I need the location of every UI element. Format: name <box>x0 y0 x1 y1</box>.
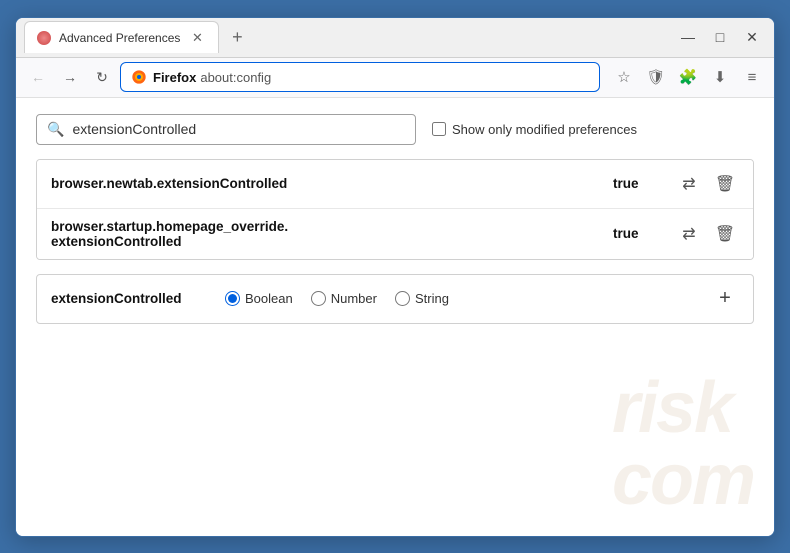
show-modified-checkbox[interactable] <box>432 122 446 136</box>
row-actions-2: ⇄ 🗑 <box>675 220 739 248</box>
tab-close-button[interactable]: ✕ <box>188 29 206 47</box>
address-text: Firefox about:config <box>153 70 271 85</box>
address-bar[interactable]: Firefox about:config <box>120 62 600 92</box>
add-pref-row: extensionControlled Boolean Number Strin… <box>36 274 754 324</box>
radio-number[interactable] <box>311 291 326 306</box>
reset-pref-1-button[interactable]: ⇄ <box>675 170 703 198</box>
radio-boolean-label[interactable]: Boolean <box>225 291 293 306</box>
add-pref-button[interactable]: + <box>711 285 739 313</box>
address-url: about:config <box>200 70 271 85</box>
show-modified-label: Show only modified preferences <box>452 122 637 137</box>
search-row: 🔍 Show only modified preferences <box>36 114 754 145</box>
table-row: browser.newtab.extensionControlled true … <box>37 160 753 209</box>
active-tab[interactable]: Advanced Preferences ✕ <box>24 21 219 53</box>
search-input[interactable] <box>72 121 405 137</box>
watermark-line2: com <box>612 444 754 516</box>
watermark-line1: risk <box>612 372 754 444</box>
nav-icons: ☆ 🛡 🧩 ⬇ ≡ <box>610 63 766 91</box>
window-controls: — □ ✕ <box>674 23 766 51</box>
maximize-button[interactable]: □ <box>706 23 734 51</box>
radio-boolean[interactable] <box>225 291 240 306</box>
radio-boolean-text: Boolean <box>245 291 293 306</box>
radio-string-text: String <box>415 291 449 306</box>
radio-number-text: Number <box>331 291 377 306</box>
nav-bar: ← → ↻ Firefox about:config ☆ 🛡 🧩 ⬇ ≡ <box>16 58 774 98</box>
browser-window: Advanced Preferences ✕ + — □ ✕ ← → ↻ Fir… <box>15 17 775 537</box>
watermark: risk com <box>612 372 754 516</box>
reset-icon: ⇄ <box>682 174 695 194</box>
firefox-logo-icon <box>131 69 147 85</box>
pref-value-2: true <box>613 226 663 241</box>
add-pref-name: extensionControlled <box>51 291 201 306</box>
pref-name-2-line1: browser.startup.homepage_override. <box>51 219 288 234</box>
tab-title: Advanced Preferences <box>59 31 180 45</box>
pref-name-2-line2: extensionControlled <box>51 234 182 249</box>
radio-number-label[interactable]: Number <box>311 291 377 306</box>
pref-name-1: browser.newtab.extensionControlled <box>51 176 601 191</box>
delete-pref-2-button[interactable]: 🗑 <box>711 220 739 248</box>
close-button[interactable]: ✕ <box>738 23 766 51</box>
show-modified-checkbox-label[interactable]: Show only modified preferences <box>432 122 637 137</box>
bookmark-star-button[interactable]: ☆ <box>610 63 638 91</box>
title-bar: Advanced Preferences ✕ + — □ ✕ <box>16 18 774 58</box>
row-actions-1: ⇄ 🗑 <box>675 170 739 198</box>
results-table: browser.newtab.extensionControlled true … <box>36 159 754 260</box>
shield-button[interactable]: 🛡 <box>642 63 670 91</box>
search-box[interactable]: 🔍 <box>36 114 416 145</box>
radio-string-label[interactable]: String <box>395 291 449 306</box>
delete-icon: 🗑 <box>715 174 735 194</box>
forward-button[interactable]: → <box>56 63 84 91</box>
minimize-button[interactable]: — <box>674 23 702 51</box>
download-button[interactable]: ⬇ <box>706 63 734 91</box>
reset-pref-2-button[interactable]: ⇄ <box>675 220 703 248</box>
delete-icon-2: 🗑 <box>715 224 735 244</box>
tab-favicon <box>37 31 51 45</box>
menu-button[interactable]: ≡ <box>738 63 766 91</box>
new-tab-button[interactable]: + <box>223 23 251 51</box>
extension-button[interactable]: 🧩 <box>674 63 702 91</box>
pref-name-2: browser.startup.homepage_override. exten… <box>51 219 601 249</box>
radio-string[interactable] <box>395 291 410 306</box>
type-radio-group: Boolean Number String <box>225 291 687 306</box>
table-row: browser.startup.homepage_override. exten… <box>37 209 753 259</box>
pref-value-1: true <box>613 176 663 191</box>
browser-brand: Firefox <box>153 70 196 85</box>
back-button[interactable]: ← <box>24 63 52 91</box>
refresh-button[interactable]: ↻ <box>88 63 116 91</box>
content-area: risk com 🔍 Show only modified preference… <box>16 98 774 536</box>
delete-pref-1-button[interactable]: 🗑 <box>711 170 739 198</box>
reset-icon-2: ⇄ <box>682 224 695 244</box>
search-icon: 🔍 <box>47 121 64 138</box>
